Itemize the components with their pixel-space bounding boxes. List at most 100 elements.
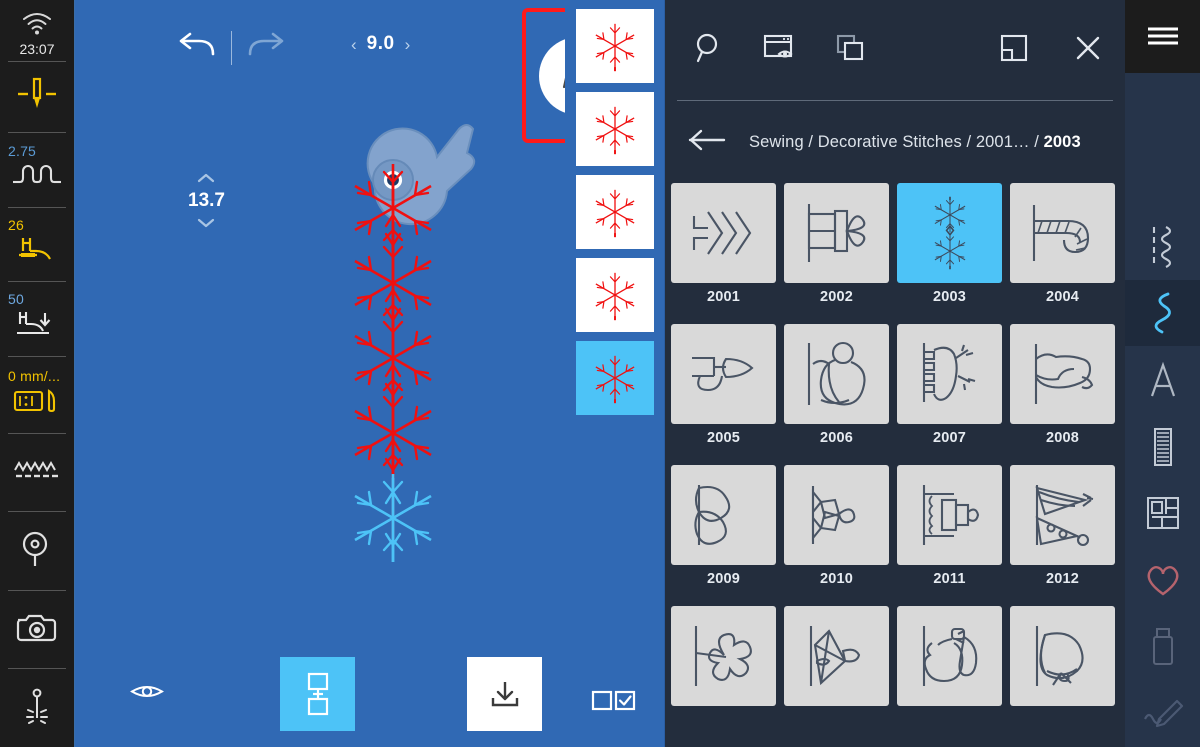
bobbin-button[interactable] [0, 512, 74, 590]
stitch-length-increase[interactable] [197, 172, 215, 186]
panel-toolbar [665, 0, 1125, 100]
snowflake-stitch-icon [933, 196, 966, 270]
breadcrumb: Sewing / Decorative Stitches / 2001… / 2… [665, 101, 1125, 183]
stitch-label [1010, 706, 1115, 731]
sock-stitch-icon [1034, 344, 1093, 404]
stitch-tile-2006[interactable] [784, 324, 889, 424]
stitch-tile-2005[interactable] [671, 324, 776, 424]
candy-stitch-icon [811, 486, 855, 544]
alphabet-icon [1150, 361, 1175, 397]
stitch-label [784, 706, 889, 731]
sidebar-item-buttonhole[interactable] [1125, 413, 1200, 480]
sequence-item[interactable] [575, 175, 654, 249]
stitch-tile-2007[interactable] [897, 324, 1002, 424]
grid-cell [897, 606, 1002, 731]
preview-eye-button[interactable] [130, 680, 164, 707]
stitch-tile-2002[interactable] [784, 183, 889, 283]
undo-icon[interactable] [175, 30, 217, 65]
sequence-item-selected[interactable] [575, 341, 654, 415]
stitch-tile-2014[interactable] [784, 606, 889, 706]
stitch-tile-2009[interactable] [671, 465, 776, 565]
stitch-label: 2002 [819, 289, 854, 305]
stitch-tile-2010[interactable] [784, 465, 889, 565]
clock-time: 23:07 [19, 41, 55, 57]
feed-dog-button[interactable] [0, 434, 74, 512]
sidebar-item-alphabet[interactable] [1125, 346, 1200, 413]
speed-control-button[interactable]: 0 mm/... [0, 357, 74, 433]
multi-select-button[interactable] [576, 683, 654, 717]
grid-cell [1010, 606, 1115, 731]
sidebar-item-custom-stitch[interactable] [1125, 680, 1200, 747]
custom-stitch-pencil-icon [1143, 699, 1183, 727]
grid-cell: 2002 [784, 183, 889, 324]
stitch-tile-2015[interactable] [897, 606, 1002, 706]
sidebar-item-decorative-stitches[interactable] [1125, 279, 1200, 347]
grid-cell: 2005 [671, 324, 776, 465]
close-icon[interactable] [1073, 33, 1103, 68]
stitch-tile-2004[interactable] [1010, 183, 1115, 283]
stitch-label: 2004 [1045, 289, 1080, 305]
stitch-canvas[interactable]: ‹ 9.0 › 13.7 [75, 0, 634, 747]
stitch-width-button[interactable]: 2.75 [0, 133, 74, 207]
candy-cane-stitch-icon [1032, 205, 1089, 261]
combine-patterns-button[interactable] [280, 656, 355, 731]
sequence-item[interactable] [575, 258, 654, 332]
grid-cell: 2001 [671, 183, 776, 324]
resize-panel-icon[interactable] [999, 33, 1029, 68]
sidebar-item-utility-stitches[interactable] [1125, 213, 1200, 280]
multi-select-icon [591, 690, 636, 711]
grid-cell: 2011 [897, 465, 1002, 606]
buttonhole-icon [1153, 427, 1172, 466]
speed-value: 0 mm/... [8, 367, 61, 384]
preview-window-icon[interactable] [763, 33, 797, 68]
sequence-item[interactable] [575, 92, 654, 166]
divider [231, 30, 232, 65]
clover-stitch-icon [694, 626, 752, 686]
sidebar-item-favorites[interactable] [1125, 547, 1200, 614]
duplicate-icon[interactable] [835, 33, 867, 68]
needle-stop-position-button[interactable] [0, 62, 74, 132]
grid-cell: 2008 [1010, 324, 1115, 465]
stitch-tile-2008[interactable] [1010, 324, 1115, 424]
stitch-tile-2012[interactable] [1010, 465, 1115, 565]
presser-foot-lift-value: 50 [8, 291, 24, 308]
grid-cell: 2010 [784, 465, 889, 606]
presser-foot-lift-button[interactable]: 50 [0, 282, 74, 356]
hamburger-menu-button[interactable] [1125, 0, 1200, 73]
sewing-machine-screen: 23:07 2.75 26 50 0 mm/... ‹ 9.0 › 13.7 S… [0, 0, 1200, 747]
sidebar-item-quilting[interactable] [1125, 480, 1200, 547]
save-pattern-button[interactable] [467, 656, 542, 731]
stitch-tile-2003[interactable] [897, 183, 1002, 283]
sequence-item[interactable] [575, 9, 654, 83]
right-category-rail [1125, 0, 1200, 747]
needle-light-button[interactable] [0, 669, 74, 747]
bonnet-stitch-icon [1035, 626, 1084, 686]
stitch-width-display[interactable]: 9.0 [367, 33, 395, 55]
search-icon[interactable] [693, 32, 725, 69]
camera-button[interactable] [0, 591, 74, 669]
presser-foot-pressure-value: 26 [8, 217, 24, 234]
undo-redo-group [175, 30, 288, 65]
wifi-status[interactable]: 23:07 [0, 0, 74, 61]
decorative-stitches-icon [1154, 292, 1171, 334]
wifi-icon [21, 12, 53, 40]
presser-foot-pressure-button[interactable]: 26 [0, 208, 74, 282]
grid-cell: 2006 [784, 324, 889, 465]
stitch-tile-2016[interactable] [1010, 606, 1115, 706]
sidebar-item-usb[interactable] [1125, 613, 1200, 680]
stitch-width-increase[interactable]: › [405, 36, 411, 53]
stitch-tile-2013[interactable] [671, 606, 776, 706]
stitch-length-decrease[interactable] [197, 216, 215, 230]
stitch-tile-2011[interactable] [897, 465, 1002, 565]
presser-foot-graphic [366, 124, 476, 226]
redo-icon[interactable] [246, 30, 288, 65]
back-arrow-icon[interactable] [687, 128, 727, 157]
party-hat-stitch-icon [1034, 485, 1093, 547]
stitch-label [897, 706, 1002, 731]
stitch-length-display[interactable]: 13.7 [188, 190, 225, 212]
grid-cell [784, 606, 889, 731]
stitch-tile-2001[interactable] [671, 183, 776, 283]
gift-bow-stitch-icon [807, 204, 865, 262]
stitch-width-decrease[interactable]: ‹ [351, 36, 357, 53]
snowflake-stitch-icon [594, 106, 635, 155]
